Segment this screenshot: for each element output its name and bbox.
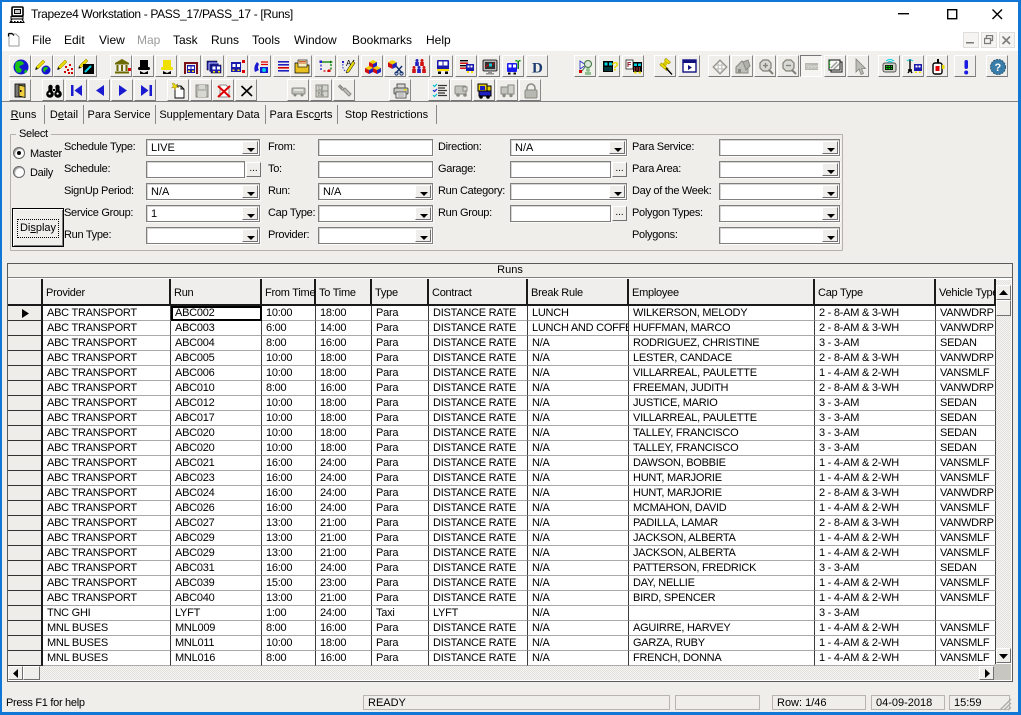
svg-text:?: ? — [995, 62, 1002, 74]
svg-text:?: ? — [612, 60, 619, 74]
svg-text:F: F — [627, 62, 632, 69]
svg-text:D: D — [532, 61, 543, 77]
svg-text:BE: BE — [318, 92, 325, 98]
svg-text:Street: Street — [806, 65, 820, 71]
